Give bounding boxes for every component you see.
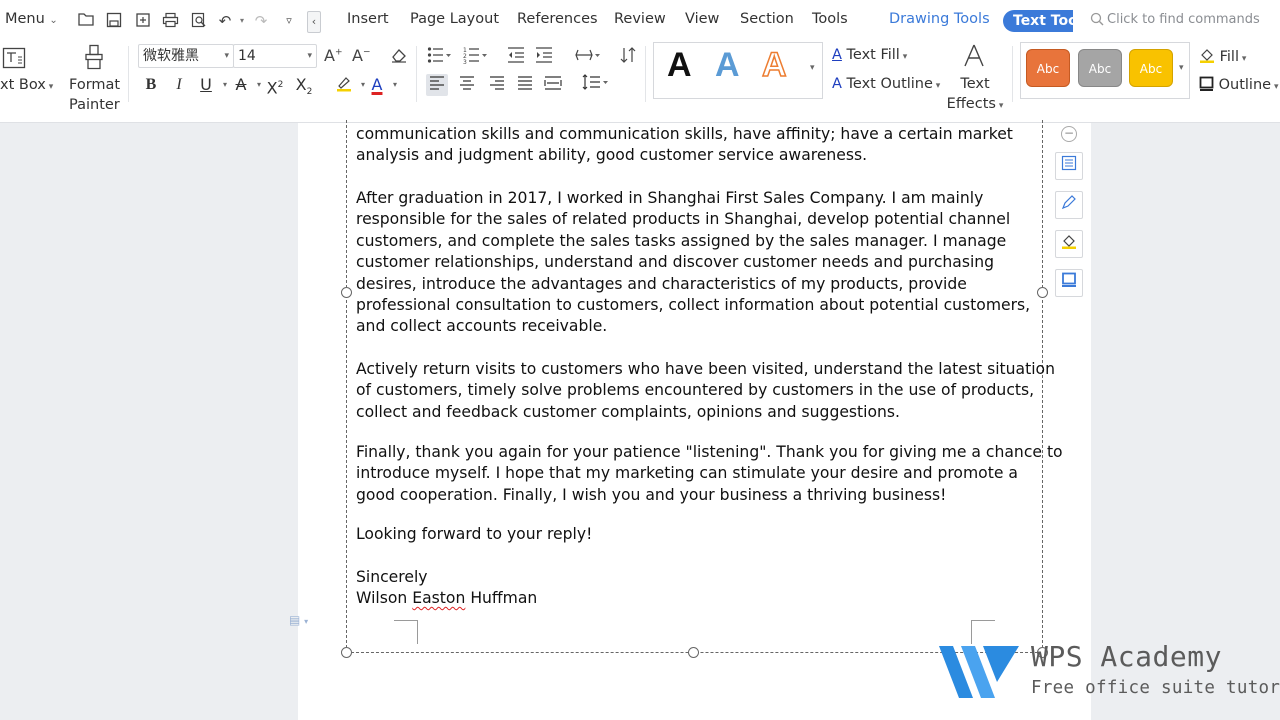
text-effects-icon[interactable] bbox=[962, 44, 986, 72]
increase-indent-icon[interactable] bbox=[535, 46, 553, 68]
paragraph-experience: After graduation in 2017, I worked in Sh… bbox=[356, 189, 1031, 336]
edit-pen-icon[interactable] bbox=[1055, 191, 1083, 219]
wordart-more-icon[interactable]: ▾ bbox=[810, 63, 815, 73]
fill-bucket-icon bbox=[1199, 49, 1220, 65]
tab-insert[interactable]: Insert bbox=[347, 11, 389, 27]
align-center-button[interactable] bbox=[456, 74, 478, 96]
shape-styles-gallery: Abc Abc Abc ▾ bbox=[1020, 42, 1190, 99]
text-box-icon[interactable] bbox=[2, 47, 26, 73]
font-name-select[interactable]: 微软雅黑 ▾ bbox=[138, 44, 234, 68]
shape-style-orange[interactable]: Abc bbox=[1026, 49, 1070, 87]
wordart-style-orange-outline[interactable]: A bbox=[761, 45, 787, 85]
collapse-side-toolbar-icon[interactable]: − bbox=[1061, 126, 1077, 142]
shape-style-gray[interactable]: Abc bbox=[1078, 49, 1122, 87]
outline-button[interactable]: Outline ▾ bbox=[1199, 76, 1278, 93]
line-spacing-icon[interactable] bbox=[582, 74, 608, 96]
resize-handle-bottom-left[interactable] bbox=[341, 647, 352, 658]
watermark-subtitle: Free office suite tutorials bbox=[1031, 678, 1280, 698]
margin-corner-mark-right bbox=[971, 620, 995, 644]
tab-section[interactable]: Section bbox=[740, 11, 794, 27]
numbered-list-icon[interactable]: 123 bbox=[463, 46, 489, 68]
fill-button[interactable]: Fill ▾ bbox=[1199, 47, 1246, 65]
open-folder-icon[interactable] bbox=[77, 12, 95, 30]
bullet-list-icon[interactable] bbox=[427, 46, 453, 68]
justify-button[interactable] bbox=[514, 74, 536, 96]
watermark-title: WPS Academy bbox=[1031, 640, 1222, 673]
tab-view[interactable]: View bbox=[685, 11, 719, 27]
paragraph-layout-icon[interactable]: ▤ ▾ bbox=[289, 613, 308, 627]
layout-options-icon[interactable] bbox=[1055, 152, 1083, 180]
resize-handle-bottom[interactable] bbox=[688, 647, 699, 658]
paragraph-thanks: Finally, thank you again for your patien… bbox=[356, 443, 1063, 504]
sort-icon[interactable] bbox=[620, 46, 636, 68]
paragraph-customer-visits: Actively return visits to customers who … bbox=[356, 360, 1055, 421]
wps-academy-logo-icon bbox=[937, 642, 1021, 706]
text-outline-icon: A bbox=[832, 76, 842, 92]
tab-tools[interactable]: Tools bbox=[812, 11, 848, 27]
closing-line: Looking forward to your reply! bbox=[356, 525, 593, 543]
bold-button[interactable]: B bbox=[140, 74, 162, 96]
increase-font-icon[interactable]: A+ bbox=[324, 46, 343, 65]
wordart-style-blue[interactable]: A bbox=[715, 46, 740, 85]
align-left-button[interactable] bbox=[426, 74, 448, 96]
ribbon-divider bbox=[128, 46, 129, 102]
resize-handle-right[interactable] bbox=[1037, 287, 1048, 298]
text-outline-button[interactable]: A Text Outline ▾ bbox=[832, 76, 940, 92]
print-icon[interactable] bbox=[161, 12, 179, 30]
shape-outline-icon[interactable] bbox=[1055, 269, 1083, 297]
collapse-arrow-icon[interactable]: ‹ bbox=[307, 11, 321, 33]
signature-name: Wilson Easton Huffman bbox=[356, 589, 538, 607]
spellcheck-flagged-word[interactable]: Easton bbox=[412, 589, 465, 607]
format-painter-button[interactable]: Format Painter bbox=[69, 75, 120, 115]
distributed-align-button[interactable] bbox=[542, 74, 564, 96]
text-fill-button[interactable]: A Text Fill ▾ bbox=[832, 47, 907, 63]
shape-styles-more-icon[interactable]: ▾ bbox=[1179, 63, 1184, 73]
export-icon[interactable] bbox=[134, 12, 152, 30]
text-fill-icon: A bbox=[832, 47, 842, 63]
ribbon-divider bbox=[416, 46, 417, 102]
font-color-dropdown-icon[interactable]: ▾ bbox=[384, 74, 406, 96]
ribbon-divider bbox=[645, 46, 646, 102]
redo-icon[interactable]: ↷ bbox=[252, 12, 270, 30]
menu-button[interactable]: Menu ⌄ bbox=[5, 11, 58, 27]
italic-button[interactable]: I bbox=[168, 74, 190, 96]
print-preview-icon[interactable] bbox=[190, 12, 208, 30]
find-commands-search[interactable]: Click to find commands bbox=[1090, 12, 1260, 27]
find-commands-placeholder: Click to find commands bbox=[1107, 12, 1260, 27]
wordart-style-black[interactable]: A bbox=[667, 46, 692, 85]
decrease-indent-icon[interactable] bbox=[507, 46, 525, 68]
undo-icon[interactable]: ↶ bbox=[216, 12, 234, 30]
tab-references[interactable]: References bbox=[517, 11, 598, 27]
ribbon-divider bbox=[1012, 46, 1013, 102]
text-effects-button[interactable]: Text Effects ▾ bbox=[946, 74, 1004, 116]
subscript-button[interactable]: X2 bbox=[293, 74, 315, 97]
format-painter-icon[interactable] bbox=[83, 44, 105, 74]
shape-style-yellow[interactable]: Abc bbox=[1129, 49, 1173, 87]
tab-page-layout[interactable]: Page Layout bbox=[410, 11, 499, 27]
outline-square-icon bbox=[1199, 76, 1219, 93]
paragraph-skills: communication skills and communication s… bbox=[356, 125, 1013, 165]
tab-text-tools[interactable]: Text Tools bbox=[1003, 10, 1073, 32]
text-box-button[interactable]: xt Box ▾ bbox=[0, 77, 53, 93]
search-icon bbox=[1090, 12, 1104, 26]
undo-dropdown-icon[interactable]: ▾ bbox=[233, 12, 251, 30]
save-icon[interactable] bbox=[105, 12, 123, 30]
superscript-button[interactable]: X2 bbox=[264, 74, 286, 97]
resize-handle-left[interactable] bbox=[341, 287, 352, 298]
tab-drawing-tools[interactable]: Drawing Tools bbox=[889, 11, 990, 27]
font-size-select[interactable]: 14 ▾ bbox=[233, 44, 317, 68]
tab-review[interactable]: Review bbox=[614, 11, 666, 27]
text-direction-icon[interactable] bbox=[575, 46, 603, 68]
decrease-font-icon[interactable]: A− bbox=[352, 46, 371, 65]
sign-off: Sincerely bbox=[356, 568, 428, 586]
clear-format-icon[interactable] bbox=[390, 46, 408, 68]
customize-toolbar-icon[interactable]: ▿ bbox=[280, 12, 298, 30]
menu-bar: Menu ⌄ ↶ ▾ ↷ ▿ ‹ Insert Page Layout Refe… bbox=[0, 0, 1280, 42]
shape-fill-icon[interactable] bbox=[1055, 230, 1083, 258]
align-right-button[interactable] bbox=[486, 74, 508, 96]
wordart-styles-gallery: A A A ▾ bbox=[653, 42, 823, 99]
svg-text:3: 3 bbox=[463, 59, 467, 64]
margin-corner-mark-left bbox=[394, 620, 418, 644]
